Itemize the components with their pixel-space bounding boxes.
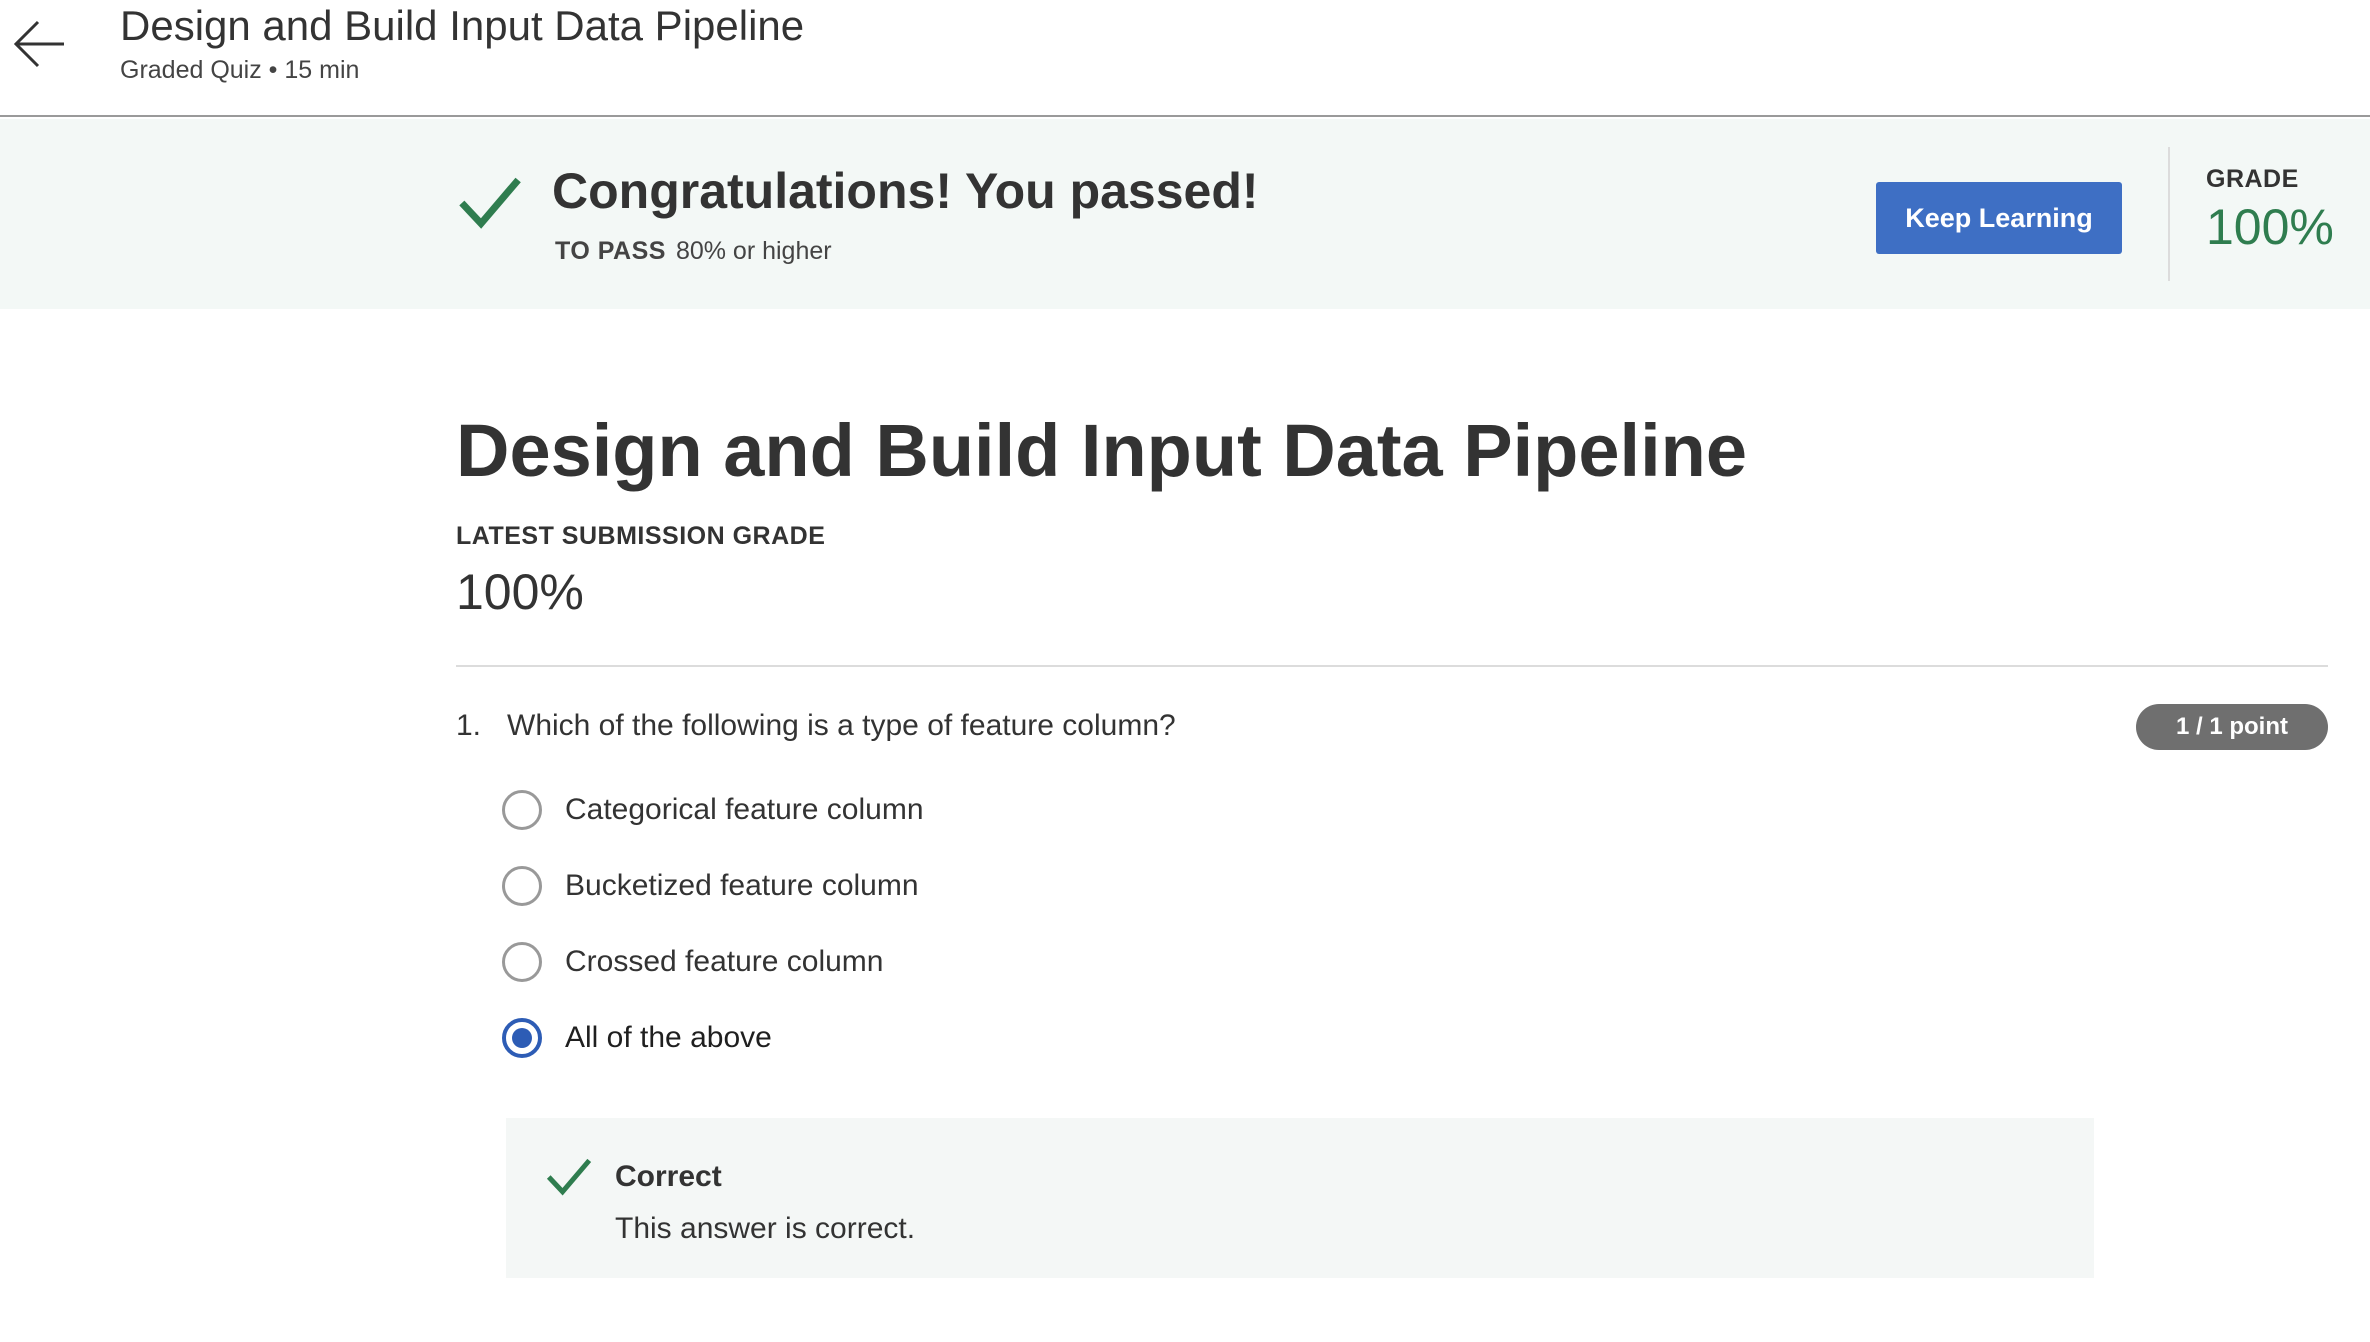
divider [456,665,2328,667]
feedback-box: Correct This answer is correct. [506,1118,2094,1278]
radio-button[interactable] [502,942,542,982]
answer-option[interactable]: Bucketized feature column [502,864,919,908]
pass-message: Congratulations! You passed! [552,163,1259,219]
answer-option[interactable]: All of the above [502,1016,772,1060]
back-button[interactable] [8,14,68,74]
answer-option-label: All of the above [565,1021,772,1054]
answer-option[interactable]: Categorical feature column [502,788,924,832]
checkmark-icon [546,1158,592,1196]
radio-button[interactable] [502,866,542,906]
answer-option-label: Categorical feature column [565,793,924,826]
answer-option-label: Bucketized feature column [565,869,919,902]
to-pass-label: TO PASS [555,237,666,265]
checkmark-icon [459,177,521,229]
grade-value: 100% [2206,199,2334,255]
points-badge: 1 / 1 point [2136,704,2328,750]
latest-submission-value: 100% [456,564,584,620]
latest-submission-label: LATEST SUBMISSION GRADE [456,522,826,550]
question-number: 1. [456,709,482,742]
radio-button-selected[interactable] [502,1018,542,1058]
answer-option[interactable]: Crossed feature column [502,940,884,984]
radio-button[interactable] [502,790,542,830]
to-pass-value: 80% or higher [675,237,832,265]
pass-banner: Congratulations! You passed! TO PASS 80% … [0,119,2370,309]
question-text: Which of the following is a type of feat… [507,709,1176,742]
page-title: Design and Build Input Data Pipeline [456,409,1747,492]
header-subtitle: Graded Quiz • 15 min [120,56,360,84]
to-pass-line: TO PASS 80% or higher [555,235,832,267]
grade-label: GRADE [2206,165,2299,193]
header-title: Design and Build Input Data Pipeline [120,2,805,49]
top-bar: Design and Build Input Data Pipeline Gra… [0,0,2370,117]
answer-option-label: Crossed feature column [565,945,884,978]
arrow-left-icon [13,20,64,68]
feedback-message: This answer is correct. [615,1212,916,1245]
divider [2168,147,2170,281]
keep-learning-button[interactable]: Keep Learning [1876,182,2122,254]
feedback-status: Correct [615,1160,722,1193]
